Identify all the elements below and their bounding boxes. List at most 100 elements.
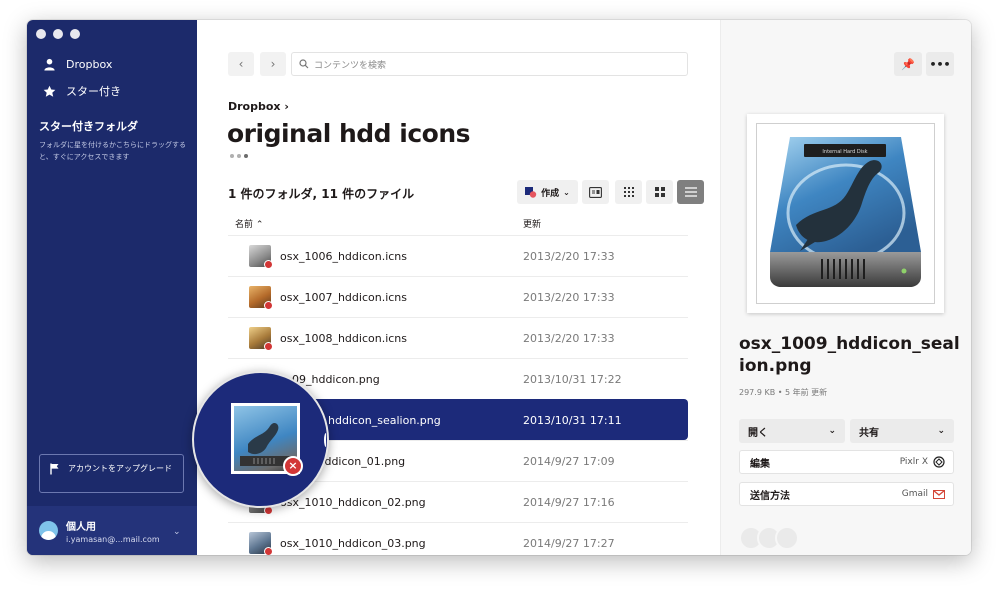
star-icon: [43, 85, 56, 97]
list-view-button[interactable]: [677, 180, 704, 204]
selected-file-meta: 297.9 KB • 5 年前 更新: [739, 388, 828, 397]
chevron-down-icon: ⌄: [173, 527, 181, 537]
sort-ascending-icon: ⌃: [255, 220, 264, 230]
file-thumbnail: [249, 327, 273, 351]
file-row[interactable]: osx_1010_hddicon_03.png 2014/9/27 17:27: [228, 522, 688, 555]
send-via-row[interactable]: 送信方法 Gmail: [739, 482, 954, 506]
error-badge-icon: ×: [283, 456, 303, 476]
more-options-button[interactable]: •••: [926, 52, 954, 76]
forward-button[interactable]: ›: [260, 52, 286, 76]
chevron-down-icon: ⌄: [937, 426, 945, 436]
file-date: 2013/2/20 17:33: [523, 249, 615, 263]
file-row[interactable]: osx_1008_hddicon.icns 2013/2/20 17:33: [228, 317, 688, 358]
preview-toggle-button[interactable]: [582, 180, 609, 204]
details-panel: 📌 ••• Internal Hard Disk osx_1009_hddico…: [720, 20, 971, 555]
send-app-name: Gmail: [901, 489, 928, 499]
sidebar-item-starred[interactable]: スター付き: [43, 83, 121, 99]
column-name-label: 名前: [235, 220, 254, 230]
file-name: 09_hddicon.png: [292, 372, 380, 386]
person-icon: [44, 58, 55, 71]
selected-file-name: osx_1009_hddicon_sealion.png: [739, 334, 960, 376]
edit-app-name: Pixlr X: [899, 457, 928, 467]
account-meta: 個人用 i.yamasan@...mail.com: [66, 518, 160, 544]
file-name: osx_1007_hddicon.icns: [280, 290, 408, 304]
create-button[interactable]: 作成 ⌄: [517, 180, 578, 204]
large-grid-view-button[interactable]: [646, 180, 673, 204]
open-dropdown[interactable]: 開く ⌄: [739, 419, 845, 443]
flag-icon: [50, 463, 59, 475]
file-name: osx_1010_hddicon_03.png: [280, 536, 426, 550]
file-row[interactable]: osx_1007_hddicon.icns 2013/2/20 17:33: [228, 276, 688, 317]
app-window: Dropbox スター付き スター付きフォルダ フォルダに星を付けるかこちらにド…: [27, 20, 971, 555]
open-label: 開く: [748, 427, 768, 439]
upgrade-account-label: アカウントをアップグレード: [68, 464, 172, 473]
pin-icon: 📌: [901, 57, 915, 71]
chevron-right-icon: ›: [270, 57, 276, 71]
send-label: 送信方法: [750, 490, 790, 502]
file-date: 2014/9/27 17:09: [523, 454, 615, 468]
account-switcher[interactable]: 個人用 i.yamasan@...mail.com ⌄: [27, 506, 197, 555]
breadcrumb[interactable]: Dropbox ›: [228, 100, 289, 113]
file-date: 2013/10/31 17:11: [523, 413, 622, 427]
file-name: osx_1006_hddicon.icns: [280, 249, 408, 263]
column-header-name[interactable]: 名前 ⌃: [235, 217, 263, 230]
create-label: 作成: [541, 188, 560, 199]
search-placeholder: コンテンツを検索: [314, 60, 387, 71]
starred-folders-heading: スター付きフォルダ: [39, 120, 138, 133]
edit-with-row[interactable]: 編集 Pixlr X: [739, 450, 954, 474]
view-toolbar: 作成 ⌄: [517, 180, 704, 204]
window-controls: [36, 29, 80, 39]
file-thumbnail: [249, 532, 273, 555]
share-dropdown[interactable]: 共有 ⌄: [850, 419, 954, 443]
file-name: osx_1010_hddicon_02.png: [280, 495, 426, 509]
pixlr-icon: [933, 456, 945, 468]
chevron-left-icon: ‹: [238, 57, 244, 71]
minimize-window-button[interactable]: [53, 29, 63, 39]
edit-label: 編集: [750, 458, 770, 470]
starred-folders-hint: フォルダに星を付けるかこちらにドラッグすると、すぐにアクセスできます: [39, 141, 186, 161]
avatar: [775, 526, 799, 550]
folder-options-button[interactable]: [230, 154, 248, 158]
sidebar-item-label: Dropbox: [66, 58, 113, 71]
list-icon: [684, 187, 697, 197]
file-name: hddicon_sealion.png: [328, 413, 441, 427]
avatar: [39, 521, 58, 540]
search-icon: [299, 59, 309, 69]
close-window-button[interactable]: [36, 29, 46, 39]
collaborator-avatars: [739, 526, 799, 550]
file-date: 2014/9/27 17:16: [523, 495, 615, 509]
sidebar-item-dropbox[interactable]: Dropbox: [43, 58, 112, 71]
file-row[interactable]: osx_1006_hddicon.icns 2013/2/20 17:33: [228, 235, 688, 276]
page-title: original hdd icons: [227, 119, 471, 148]
thumbnail-magnifier: ×: [192, 371, 329, 508]
column-header-modified[interactable]: 更新: [523, 217, 541, 230]
chevron-right-icon: ›: [284, 100, 289, 113]
file-name: osx_1008_hddicon.icns: [280, 331, 408, 345]
file-date: 2013/2/20 17:33: [523, 290, 615, 304]
hdd-sealion-preview-image: Internal Hard Disk: [770, 137, 921, 287]
file-preview[interactable]: Internal Hard Disk: [747, 114, 944, 313]
chevron-down-icon: ⌄: [828, 426, 836, 436]
file-date: 2013/2/20 17:33: [523, 331, 615, 345]
gmail-icon: [933, 489, 945, 499]
main-content: ‹ › コンテンツを検索 Dropbox › original hdd icon…: [192, 20, 720, 555]
preview-label: Internal Hard Disk: [822, 149, 867, 155]
small-grid-view-button[interactable]: [615, 180, 642, 204]
breadcrumb-root[interactable]: Dropbox: [228, 100, 281, 113]
sidebar-item-label: スター付き: [66, 85, 121, 98]
upgrade-account-button[interactable]: アカウントをアップグレード: [39, 454, 184, 493]
panel-icon: [589, 186, 602, 198]
back-button[interactable]: ‹: [228, 52, 254, 76]
zoom-window-button[interactable]: [70, 29, 80, 39]
file-thumbnail: [249, 245, 273, 269]
search-input[interactable]: コンテンツを検索: [291, 52, 688, 76]
pin-button[interactable]: 📌: [894, 52, 922, 76]
create-icon: [525, 186, 537, 198]
more-icon: •••: [929, 57, 951, 71]
sidebar: Dropbox スター付き スター付きフォルダ フォルダに星を付けるかこちらにド…: [27, 20, 197, 555]
small-grid-icon: [623, 187, 634, 197]
account-name: 個人用: [66, 521, 96, 533]
item-count: 1 件のフォルダ, 11 件のファイル: [228, 187, 415, 201]
sync-spinner-icon: [324, 433, 327, 447]
large-grid-icon: [654, 187, 665, 197]
